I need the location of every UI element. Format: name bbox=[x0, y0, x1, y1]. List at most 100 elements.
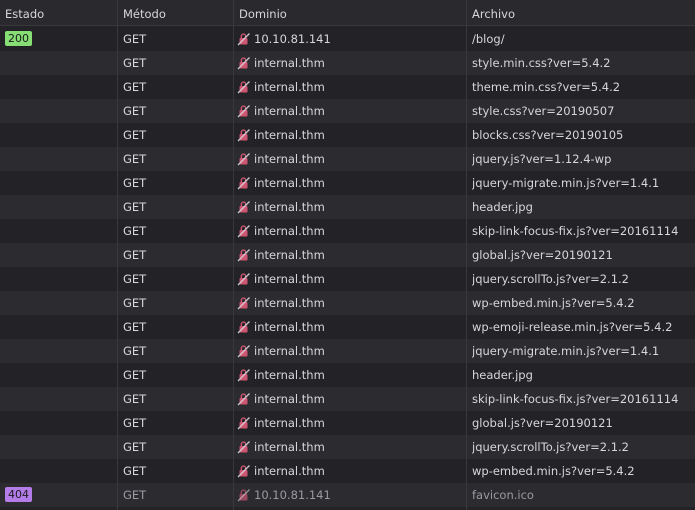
column-divider bbox=[117, 0, 118, 510]
insecure-lock-icon bbox=[237, 488, 250, 501]
table-row[interactable]: 404 GET 10.10.81.141 favicon.ico bbox=[0, 483, 695, 507]
domain-cell: 10.10.81.141 bbox=[237, 27, 463, 51]
domain-text: internal.thm bbox=[254, 464, 325, 478]
insecure-lock-icon bbox=[237, 80, 250, 93]
domain-cell: internal.thm bbox=[237, 411, 463, 435]
domain-cell: internal.thm bbox=[237, 123, 463, 147]
table-row[interactable]: GET internal.thm wp-emoji-release.min.js?v… bbox=[0, 315, 695, 339]
insecure-lock-icon bbox=[237, 320, 250, 333]
domain-text: internal.thm bbox=[254, 440, 325, 454]
status-cell: 200 bbox=[5, 27, 115, 51]
file-cell: global.js?ver=20190121 bbox=[472, 248, 613, 262]
table-row[interactable]: GET internal.thm jquery.scrollTo.js?ver=2.… bbox=[0, 267, 695, 291]
domain-cell: internal.thm bbox=[237, 147, 463, 171]
domain-cell: internal.thm bbox=[237, 51, 463, 75]
file-cell: skip-link-focus-fix.js?ver=20161114 bbox=[472, 224, 679, 238]
table-row[interactable]: GET internal.thm wp-embed.min.js?ver=5.4.2 bbox=[0, 291, 695, 315]
file-cell: header.jpg bbox=[472, 368, 533, 382]
insecure-lock-icon bbox=[237, 272, 250, 285]
status-cell bbox=[5, 195, 115, 219]
file-cell: wp-emoji-release.min.js?ver=5.4.2 bbox=[472, 320, 673, 334]
domain-text: internal.thm bbox=[254, 104, 325, 118]
table-row[interactable]: GET internal.thm theme.min.css?ver=5.4.2 bbox=[0, 75, 695, 99]
insecure-lock-icon bbox=[237, 152, 250, 165]
status-cell bbox=[5, 435, 115, 459]
domain-cell: internal.thm bbox=[237, 339, 463, 363]
method-cell: GET bbox=[123, 272, 147, 286]
insecure-lock-icon bbox=[237, 200, 250, 213]
domain-text: internal.thm bbox=[254, 248, 325, 262]
table-row[interactable]: GET internal.thm style.css?ver=20190507 bbox=[0, 99, 695, 123]
table-row[interactable]: GET internal.thm jquery.js?ver=1.12.4-wp bbox=[0, 147, 695, 171]
domain-cell: internal.thm bbox=[237, 243, 463, 267]
table-row[interactable]: GET internal.thm jquery-migrate.min.js?ver… bbox=[0, 171, 695, 195]
domain-cell: internal.thm bbox=[237, 387, 463, 411]
insecure-lock-icon bbox=[237, 104, 250, 117]
column-header-status[interactable]: Estado bbox=[5, 0, 44, 26]
status-cell bbox=[5, 387, 115, 411]
method-cell: GET bbox=[123, 200, 147, 214]
insecure-lock-icon bbox=[237, 32, 250, 45]
method-cell: GET bbox=[123, 464, 147, 478]
status-cell bbox=[5, 99, 115, 123]
domain-text: internal.thm bbox=[254, 128, 325, 142]
table-row[interactable]: GET internal.thm wp-embed.min.js?ver=5.4.2 bbox=[0, 459, 695, 483]
status-cell bbox=[5, 459, 115, 483]
method-cell: GET bbox=[123, 152, 147, 166]
domain-text: internal.thm bbox=[254, 320, 325, 334]
column-header-method[interactable]: Método bbox=[123, 0, 166, 26]
domain-cell: internal.thm bbox=[237, 219, 463, 243]
table-row[interactable]: GET internal.thm global.js?ver=20190121 bbox=[0, 411, 695, 435]
table-row[interactable]: GET internal.thm skip-link-focus-fix.js?ve… bbox=[0, 387, 695, 411]
domain-cell: internal.thm bbox=[237, 99, 463, 123]
method-cell: GET bbox=[123, 320, 147, 334]
domain-cell: internal.thm bbox=[237, 363, 463, 387]
status-cell bbox=[5, 51, 115, 75]
insecure-lock-icon bbox=[237, 464, 250, 477]
column-header-domain[interactable]: Dominio bbox=[239, 0, 287, 26]
domain-cell: 10.10.81.141 bbox=[237, 483, 463, 507]
domain-text: internal.thm bbox=[254, 200, 325, 214]
column-header-file[interactable]: Archivo bbox=[472, 0, 515, 26]
table-row[interactable]: GET internal.thm jquery.scrollTo.js?ver=2.… bbox=[0, 435, 695, 459]
domain-text: internal.thm bbox=[254, 296, 325, 310]
file-cell: wp-embed.min.js?ver=5.4.2 bbox=[472, 296, 635, 310]
table-row[interactable]: GET internal.thm skip-link-focus-fix.js?ve… bbox=[0, 219, 695, 243]
insecure-lock-icon bbox=[237, 224, 250, 237]
status-cell bbox=[5, 411, 115, 435]
status-cell bbox=[5, 339, 115, 363]
file-cell: jquery.scrollTo.js?ver=2.1.2 bbox=[472, 272, 629, 286]
status-cell bbox=[5, 75, 115, 99]
domain-text: internal.thm bbox=[254, 416, 325, 430]
status-badge: 200 bbox=[5, 31, 32, 46]
table-row[interactable]: 200 GET 10.10.81.141/blog/ bbox=[0, 27, 695, 51]
domain-cell: internal.thm bbox=[237, 459, 463, 483]
file-cell: theme.min.css?ver=5.4.2 bbox=[472, 80, 621, 94]
method-cell: GET bbox=[123, 32, 147, 46]
column-divider bbox=[466, 0, 467, 510]
status-cell bbox=[5, 363, 115, 387]
status-cell bbox=[5, 267, 115, 291]
table-row[interactable]: GET internal.thm header.jpg bbox=[0, 195, 695, 219]
method-cell: GET bbox=[123, 224, 147, 238]
method-cell: GET bbox=[123, 104, 147, 118]
status-cell bbox=[5, 147, 115, 171]
status-cell bbox=[5, 291, 115, 315]
method-cell: GET bbox=[123, 416, 147, 430]
file-cell: style.min.css?ver=5.4.2 bbox=[472, 56, 611, 70]
insecure-lock-icon bbox=[237, 416, 250, 429]
insecure-lock-icon bbox=[237, 296, 250, 309]
file-cell: style.css?ver=20190507 bbox=[472, 104, 615, 118]
insecure-lock-icon bbox=[237, 368, 250, 381]
insecure-lock-icon bbox=[237, 56, 250, 69]
domain-text: internal.thm bbox=[254, 152, 325, 166]
table-row[interactable]: GET internal.thm header.jpg bbox=[0, 363, 695, 387]
insecure-lock-icon bbox=[237, 392, 250, 405]
table-row[interactable]: GET internal.thm global.js?ver=20190121 bbox=[0, 243, 695, 267]
domain-text: internal.thm bbox=[254, 80, 325, 94]
table-row[interactable]: GET internal.thm style.min.css?ver=5.4.2 bbox=[0, 51, 695, 75]
table-row[interactable]: GET internal.thm jquery-migrate.min.js?ver… bbox=[0, 339, 695, 363]
domain-text: internal.thm bbox=[254, 224, 325, 238]
domain-cell: internal.thm bbox=[237, 435, 463, 459]
table-row[interactable]: GET internal.thm blocks.css?ver=20190105 bbox=[0, 123, 695, 147]
